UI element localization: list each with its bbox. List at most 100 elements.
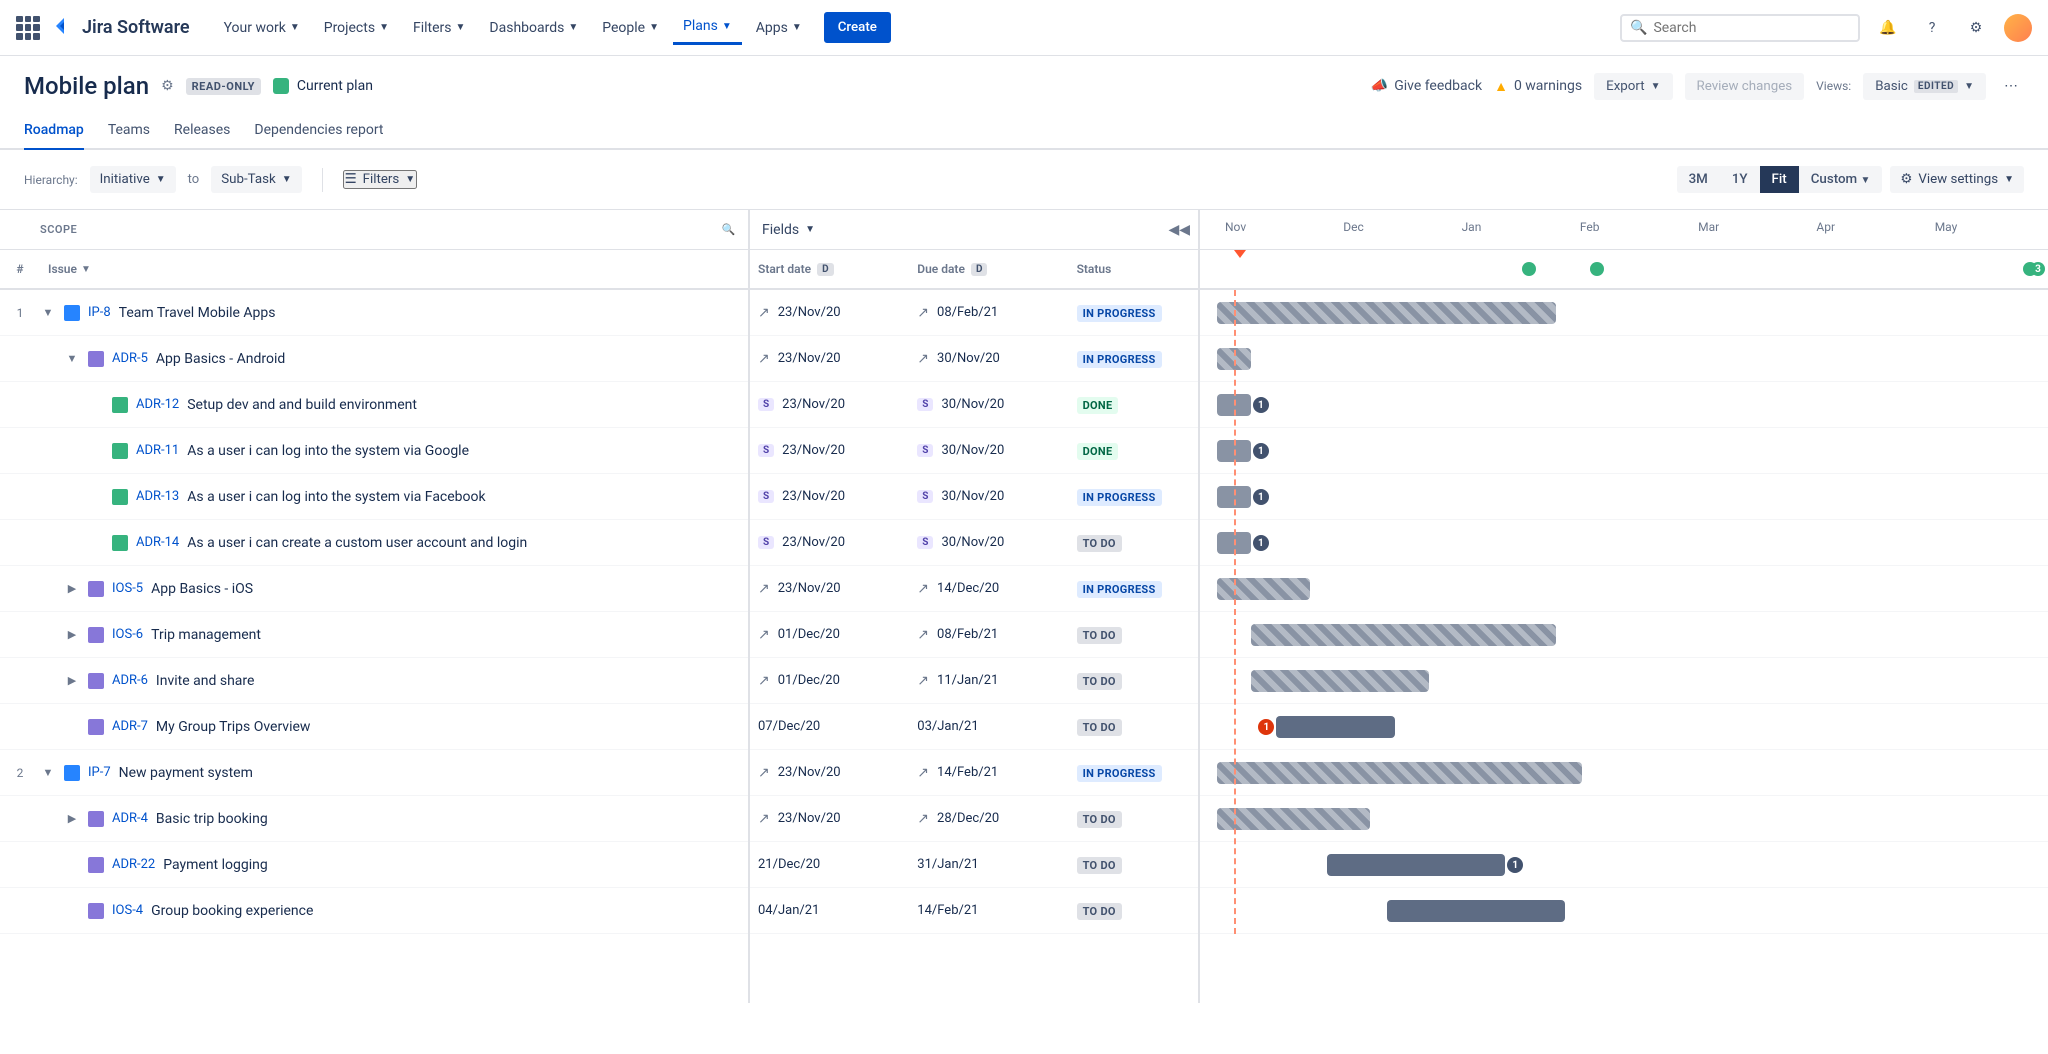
tab-dependencies-report[interactable]: Dependencies report [254,112,383,150]
due-date-cell[interactable]: S30/Nov/20 [909,397,1068,412]
due-date-cell[interactable]: S30/Nov/20 [909,489,1068,504]
start-date-cell[interactable]: ↗23/Nov/20 [750,581,909,597]
nav-item-dashboards[interactable]: Dashboards▼ [479,10,588,45]
start-date-cell[interactable]: S23/Nov/20 [750,397,909,412]
scope-row[interactable]: ADR-12 Setup dev and and build environme… [0,382,748,428]
timeline-bar[interactable] [1251,624,1556,646]
tab-teams[interactable]: Teams [108,112,150,150]
status-cell[interactable]: IN PROGRESS [1069,351,1198,367]
due-date-cell[interactable]: 03/Jan/21 [909,719,1068,734]
hierarchy-from-select[interactable]: Initiative ▼ [90,166,176,193]
status-cell[interactable]: TO DO [1069,673,1198,689]
scope-row[interactable]: IOS-4 Group booking experience [0,888,748,934]
start-date-cell[interactable]: ↗01/Dec/20 [750,673,909,689]
status-cell[interactable]: TO DO [1069,903,1198,919]
timeline-bar[interactable] [1217,578,1310,600]
expand-caret[interactable]: ▶ [64,582,80,595]
settings-icon[interactable]: ⚙ [1960,12,1992,44]
issue-key[interactable]: ADR-7 [112,719,148,734]
scope-row[interactable]: 1 ▼ IP-8 Team Travel Mobile Apps [0,290,748,336]
start-date-cell[interactable]: ↗23/Nov/20 [750,305,909,321]
start-date-cell[interactable]: 21/Dec/20 [750,857,909,872]
collapse-columns-icon[interactable]: ◀◀ [1168,222,1190,238]
due-date-cell[interactable]: S30/Nov/20 [909,535,1068,550]
issue-key[interactable]: ADR-13 [136,489,179,504]
warnings-button[interactable]: ▲ 0 warnings [1494,78,1582,95]
status-cell[interactable]: DONE [1069,443,1198,459]
due-date-cell[interactable]: 14/Feb/21 [909,903,1068,918]
create-button[interactable]: Create [824,12,891,43]
issue-key[interactable]: ADR-14 [136,535,179,550]
search-scope-icon[interactable]: 🔍 [722,223,736,236]
timeline-bar[interactable] [1217,808,1370,830]
start-date-cell[interactable]: ↗23/Nov/20 [750,351,909,367]
due-date-cell[interactable]: ↗28/Dec/20 [909,811,1068,827]
scope-row[interactable]: ▶ IOS-6 Trip management [0,612,748,658]
due-date-cell[interactable]: ↗14/Dec/20 [909,581,1068,597]
release-count-badge[interactable]: 3 [2031,262,2045,276]
scope-row[interactable]: ▶ IOS-5 App Basics - iOS [0,566,748,612]
issue-key[interactable]: IP-7 [88,765,111,780]
status-cell[interactable]: IN PROGRESS [1069,581,1198,597]
expand-caret[interactable]: ▼ [40,766,56,779]
give-feedback-button[interactable]: 📣 Give feedback [1371,78,1482,94]
scope-row[interactable]: ADR-14 As a user i can create a custom u… [0,520,748,566]
nav-item-projects[interactable]: Projects▼ [314,10,399,45]
zoom-3m[interactable]: 3M [1677,166,1720,193]
app-switcher-icon[interactable] [16,16,40,40]
avatar[interactable] [2004,14,2032,42]
timeline-bar[interactable] [1251,670,1429,692]
issue-key[interactable]: ADR-22 [112,857,155,872]
dependency-count-badge[interactable]: 1 [1253,489,1269,505]
scope-row[interactable]: ADR-11 As a user i can log into the syst… [0,428,748,474]
expand-caret[interactable]: ▶ [64,812,80,825]
dependency-count-badge[interactable]: 1 [1253,397,1269,413]
scope-row[interactable]: ADR-22 Payment logging [0,842,748,888]
zoom-fit[interactable]: Fit [1760,166,1799,193]
nav-item-people[interactable]: People▼ [592,10,669,45]
due-date-cell[interactable]: 31/Jan/21 [909,857,1068,872]
due-date-cell[interactable]: S30/Nov/20 [909,443,1068,458]
hierarchy-to-select[interactable]: Sub-Task ▼ [211,166,301,193]
due-date-cell[interactable]: ↗11/Jan/21 [909,673,1068,689]
due-date-cell[interactable]: ↗08/Feb/21 [909,627,1068,643]
nav-item-filters[interactable]: Filters▼ [403,10,475,45]
plan-settings-icon[interactable]: ⚙ [161,78,174,94]
release-marker[interactable] [1590,262,1604,276]
issue-key[interactable]: ADR-4 [112,811,148,826]
issue-key[interactable]: IOS-4 [112,903,143,918]
timeline-bar[interactable]: 1 [1276,716,1395,738]
issue-key[interactable]: IOS-5 [112,581,143,596]
status-cell[interactable]: TO DO [1069,535,1198,551]
start-date-cell[interactable]: S23/Nov/20 [750,489,909,504]
view-settings-button[interactable]: ⚙ View settings ▼ [1890,166,2024,193]
issue-key[interactable]: IP-8 [88,305,111,320]
review-changes-button[interactable]: Review changes [1685,73,1805,100]
status-cell[interactable]: IN PROGRESS [1069,489,1198,505]
tab-releases[interactable]: Releases [174,112,230,150]
issue-key[interactable]: ADR-6 [112,673,148,688]
product-logo[interactable]: Jira Software [52,16,190,40]
timeline-bar[interactable]: 1 [1327,854,1505,876]
start-date-cell[interactable]: ↗01/Dec/20 [750,627,909,643]
due-date-cell[interactable]: ↗14/Feb/21 [909,765,1068,781]
notifications-icon[interactable]: 🔔 [1872,12,1904,44]
start-date-cell[interactable]: S23/Nov/20 [750,535,909,550]
zoom-custom[interactable]: Custom ▼ [1799,166,1883,193]
search-box[interactable]: 🔍 [1620,14,1860,42]
export-button[interactable]: Export ▼ [1594,73,1672,100]
status-cell[interactable]: TO DO [1069,719,1198,735]
scope-row[interactable]: ▶ ADR-6 Invite and share [0,658,748,704]
warning-badge[interactable]: 1 [1258,719,1274,735]
start-date-cell[interactable]: ↗23/Nov/20 [750,765,909,781]
expand-caret[interactable]: ▶ [64,628,80,641]
scope-row[interactable]: ▶ ADR-4 Basic trip booking [0,796,748,842]
fields-header[interactable]: Fields ▼ [750,222,815,238]
status-cell[interactable]: TO DO [1069,627,1198,643]
status-cell[interactable]: TO DO [1069,857,1198,873]
scope-row[interactable]: ADR-13 As a user i can log into the syst… [0,474,748,520]
expand-caret[interactable]: ▶ [64,674,80,687]
dependency-count-badge[interactable]: 1 [1253,535,1269,551]
scope-row[interactable]: ADR-7 My Group Trips Overview [0,704,748,750]
issue-header[interactable]: Issue ▼ [40,262,748,276]
